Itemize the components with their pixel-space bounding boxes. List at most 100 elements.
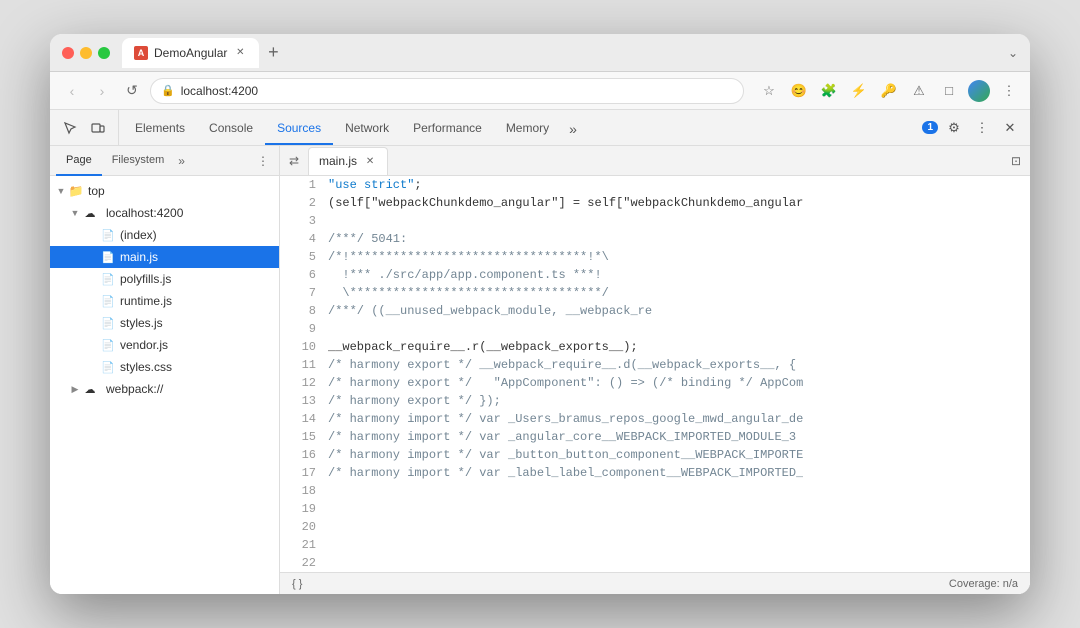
tree-item-vendorjs[interactable]: ▶ 📄 vendor.js [50, 334, 279, 356]
tab-close-icon[interactable]: ✕ [233, 46, 247, 60]
extensions-icon[interactable]: ⚡ [848, 80, 870, 102]
close-button[interactable] [62, 47, 74, 59]
more-options-icon[interactable]: ⋮ [998, 80, 1020, 102]
code-line: 6 !*** ./src/app/app.component.ts ***! [280, 266, 1030, 284]
password-icon[interactable]: 🔑 [878, 80, 900, 102]
new-tab-button[interactable]: + [259, 39, 287, 67]
code-line: 4 /***/ 5041: [280, 230, 1030, 248]
bookmark-icon[interactable]: ☆ [758, 80, 780, 102]
device-toggle-icon[interactable] [86, 116, 110, 140]
sync-files-icon[interactable]: ⇄ [284, 151, 304, 171]
tree-item-mainjs[interactable]: ▶ 📄 main.js [50, 246, 279, 268]
tab-memory[interactable]: Memory [494, 113, 561, 145]
file-tab-page[interactable]: Page [56, 146, 102, 176]
traffic-lights [62, 47, 110, 59]
tree-label-stylescss: styles.css [120, 360, 172, 374]
code-panel: ⇄ main.js ✕ ⊡ 1 "use strict"; 2 [280, 146, 1030, 594]
user-icon[interactable]: 😊 [788, 80, 810, 102]
inspect-element-icon[interactable] [58, 116, 82, 140]
devtools-settings-icon[interactable]: ⚙ [942, 116, 966, 140]
screen-share-icon[interactable]: □ [938, 80, 960, 102]
window-controls-right: ⌄ [1008, 46, 1018, 60]
tree-item-runtimejs[interactable]: ▶ 📄 runtime.js [50, 290, 279, 312]
folder-icon: 📁 [68, 183, 84, 199]
nav-action-icons: ☆ 😊 🧩 ⚡ 🔑 ⚠ □ ⋮ [758, 80, 1020, 102]
code-line: 16 /* harmony import */ var _button_butt… [280, 446, 1030, 464]
code-line: 14 /* harmony import */ var _Users_bramu… [280, 410, 1030, 428]
tab-console[interactable]: Console [197, 113, 265, 145]
code-tab-close-icon[interactable]: ✕ [363, 154, 377, 168]
code-line: 19 [280, 500, 1030, 518]
chevron-down-icon: ▼ [54, 186, 68, 196]
devtools-toolbar: Elements Console Sources Network Perform… [50, 110, 1030, 146]
coverage-label: Coverage: n/a [949, 578, 1018, 590]
code-line: 10 __webpack_require__.r(__webpack_expor… [280, 338, 1030, 356]
devtools-more-icon[interactable]: ⋮ [970, 116, 994, 140]
code-line: 5 /*!*********************************!*… [280, 248, 1030, 266]
tree-label-vendorjs: vendor.js [120, 338, 168, 352]
tree-label-top: top [88, 184, 105, 198]
navigation-bar: ‹ › ↺ 🔒 localhost:4200 ☆ 😊 🧩 ⚡ 🔑 ⚠ □ ⋮ [50, 72, 1030, 110]
file-yellow-icon: 📄 [100, 249, 116, 265]
file-gray-icon: 📄 [100, 227, 116, 243]
minimize-button[interactable] [80, 47, 92, 59]
file-panel-more-icon[interactable]: » [178, 154, 185, 168]
devtools-close-icon[interactable]: ✕ [998, 116, 1022, 140]
code-tab-bar: ⇄ main.js ✕ ⊡ [280, 146, 1030, 176]
code-line: 18 [280, 482, 1030, 500]
tree-item-webpack[interactable]: ▶ ☁ webpack:// [50, 378, 279, 400]
chevron-down-icon: ▼ [68, 208, 82, 218]
tree-label-runtimejs: runtime.js [120, 294, 172, 308]
back-button[interactable]: ‹ [60, 79, 84, 103]
code-line: 9 [280, 320, 1030, 338]
tab-title: DemoAngular [154, 46, 227, 60]
file-yellow-icon: 📄 [100, 315, 116, 331]
maximize-button[interactable] [98, 47, 110, 59]
devtools-left-icons [50, 110, 119, 145]
tree-label-localhost: localhost:4200 [106, 206, 183, 220]
tree-label-index: (index) [120, 228, 157, 242]
cloud-icon: ☁ [82, 381, 98, 397]
tab-network[interactable]: Network [333, 113, 401, 145]
extension-icon[interactable]: 🧩 [818, 80, 840, 102]
chevron-right-icon: ▶ [68, 384, 82, 395]
tree-item-top[interactable]: ▼ 📁 top [50, 180, 279, 202]
tab-favicon: A [134, 46, 148, 60]
file-tab-filesystem[interactable]: Filesystem [102, 146, 175, 176]
tab-performance[interactable]: Performance [401, 113, 494, 145]
tree-item-index[interactable]: ▶ 📄 (index) [50, 224, 279, 246]
code-line: 2 (self["webpackChunkdemo_angular"] = se… [280, 194, 1030, 212]
devtools-body: Page Filesystem » ⋮ ▼ 📁 top [50, 146, 1030, 594]
code-line: 21 [280, 536, 1030, 554]
tree-item-localhost[interactable]: ▼ ☁ localhost:4200 [50, 202, 279, 224]
tree-label-polyfillsjs: polyfills.js [120, 272, 171, 286]
tree-item-stylescss[interactable]: ▶ 📄 styles.css [50, 356, 279, 378]
tree-item-stylesjs[interactable]: ▶ 📄 styles.js [50, 312, 279, 334]
forward-button[interactable]: › [90, 79, 114, 103]
code-panel-right: ⊡ [1006, 151, 1026, 171]
tab-sources[interactable]: Sources [265, 113, 333, 145]
code-content[interactable]: 1 "use strict"; 2 (self["webpackChunkdem… [280, 176, 1030, 572]
profile-avatar[interactable] [968, 80, 990, 102]
warning-icon[interactable]: ⚠ [908, 80, 930, 102]
maximize-code-icon[interactable]: ⊡ [1006, 151, 1026, 171]
title-bar: A DemoAngular ✕ + ⌄ [50, 34, 1030, 72]
tab-bar: A DemoAngular ✕ + [122, 38, 1008, 68]
code-line: 22 [280, 554, 1030, 572]
tree-label-mainjs: main.js [120, 250, 158, 264]
reload-button[interactable]: ↺ [120, 79, 144, 103]
address-bar[interactable]: 🔒 localhost:4200 [150, 78, 744, 104]
browser-tab[interactable]: A DemoAngular ✕ [122, 38, 259, 68]
window-chevron-icon[interactable]: ⌄ [1008, 46, 1018, 60]
file-blue-icon: 📄 [100, 359, 116, 375]
sync-icon[interactable]: ⋮ [253, 151, 273, 171]
more-tabs-button[interactable]: » [561, 113, 585, 145]
tab-elements[interactable]: Elements [123, 113, 197, 145]
code-line: 3 [280, 212, 1030, 230]
code-tab-label: main.js [319, 154, 357, 168]
code-line: 8 /***/ ((__unused_webpack_module, __web… [280, 302, 1030, 320]
tree-item-polyfillsjs[interactable]: ▶ 📄 polyfills.js [50, 268, 279, 290]
code-tab-mainjs[interactable]: main.js ✕ [308, 147, 388, 175]
code-line: 15 /* harmony import */ var _angular_cor… [280, 428, 1030, 446]
pretty-print-button[interactable]: { } [292, 578, 302, 590]
